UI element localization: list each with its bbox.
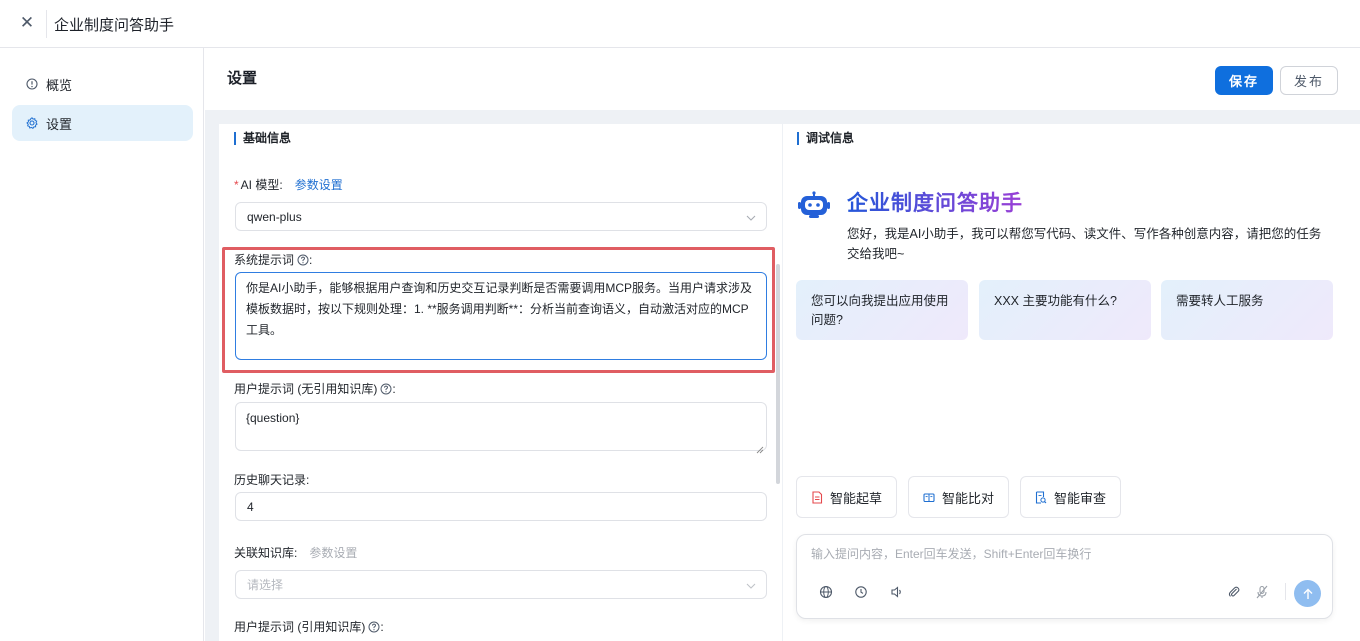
help-circle-icon[interactable]	[368, 621, 380, 633]
user-prompt-label: 用户提示词 (无引用知识库)	[234, 382, 378, 396]
smart-review-button[interactable]: 智能审查	[1020, 476, 1121, 518]
kb-select[interactable]: 请选择	[235, 570, 767, 599]
label-colon: :	[392, 381, 396, 396]
help-circle-icon[interactable]	[380, 383, 392, 395]
history-clock-icon[interactable]	[854, 585, 868, 599]
model-label-row: * AI 模型: 参数设置	[234, 176, 343, 193]
info-circle-icon	[26, 78, 38, 90]
label-colon: :	[380, 619, 384, 634]
model-params-link[interactable]: 参数设置	[295, 176, 343, 193]
suggested-question-card[interactable]: 您可以向我提出应用使用问题?	[796, 280, 968, 340]
system-prompt-label: 系统提示词	[234, 253, 295, 267]
chat-input[interactable]	[811, 547, 1311, 561]
chevron-down-icon	[746, 212, 756, 222]
app-title: 企业制度问答助手	[54, 17, 175, 34]
sidebar-item-settings[interactable]: 设置	[12, 105, 193, 141]
system-prompt-textarea[interactable]: 你是AI小助手，能够根据用户查询和历史交互记录判断是否需要调用MCP服务。当用户…	[235, 272, 767, 360]
sidebar-item-overview[interactable]: 概览	[12, 66, 193, 102]
smart-compare-button[interactable]: 智能比对	[908, 476, 1009, 518]
help-circle-icon[interactable]	[297, 254, 309, 266]
system-prompt-label-row: 系统提示词 :	[234, 251, 312, 268]
system-prompt-value: 你是AI小助手，能够根据用户查询和历史交互记录判断是否需要调用MCP服务。当用户…	[246, 281, 753, 337]
top-bar: ✕ 企业制度问答助手	[0, 0, 1360, 48]
topbar-divider	[46, 10, 47, 38]
robot-icon	[797, 191, 831, 219]
user-prompt-textarea[interactable]: {question}	[235, 402, 767, 454]
kb-params-link: 参数设置	[309, 546, 358, 560]
history-input[interactable]: 4	[235, 492, 767, 521]
sidebar: 概览 设置	[0, 48, 204, 641]
model-value: qwen-plus	[247, 209, 302, 224]
kb-label: 关联知识库:	[234, 546, 298, 560]
scrollbar[interactable]	[776, 264, 780, 484]
smart-compare-label: 智能比对	[941, 490, 994, 506]
attachment-icon[interactable]	[1227, 585, 1241, 599]
sidebar-item-label: 设置	[46, 116, 73, 132]
greeting-text: 您好，我是AI小助手，我可以帮您写代码、读文件、写作各种创意内容，请把您的任务交…	[847, 227, 1322, 261]
user-prompt-value: {question}	[246, 411, 300, 425]
required-mark: *	[234, 177, 239, 192]
kb-placeholder: 请选择	[247, 578, 284, 592]
basic-info-panel: 基础信息 * AI 模型: 参数设置 qwen-plus 系统提示词 : 你是A…	[219, 124, 782, 641]
arrow-up-icon	[1303, 588, 1312, 599]
document-icon	[811, 490, 823, 504]
speaker-icon[interactable]	[890, 585, 904, 599]
assistant-name-text: 企业制度问答助手	[846, 191, 1023, 215]
debug-panel: 调试信息 企业制度问答助手 您好，我是AI小助手，我可以帮您写代码、读文件、写作…	[783, 124, 1360, 641]
toolbar-divider	[1285, 583, 1286, 600]
page-title: 设置	[227, 70, 258, 87]
compare-book-icon	[923, 491, 935, 504]
label-colon: :	[309, 252, 313, 267]
resize-grip-icon[interactable]	[756, 440, 764, 454]
gear-icon	[26, 117, 38, 129]
chevron-down-icon	[746, 580, 756, 590]
chat-input-box	[796, 534, 1333, 619]
suggested-question-card[interactable]: XXX 主要功能有什么?	[979, 280, 1151, 340]
microphone-off-icon[interactable]	[1255, 585, 1269, 599]
history-label: 历史聊天记录:	[234, 473, 310, 487]
user-prompt-kb-label-row: 用户提示词 (引用知识库) :	[234, 618, 384, 635]
smart-draft-label: 智能起草	[829, 490, 882, 506]
globe-icon[interactable]	[819, 585, 833, 599]
kb-label-row: 关联知识库: 参数设置	[234, 544, 357, 561]
main-area: 设置 保存 发布 基础信息 * AI 模型: 参数设置 qwen-plus 系统…	[205, 48, 1360, 641]
page-header: 设置 保存 发布	[205, 48, 1360, 110]
publish-button[interactable]: 发布	[1280, 66, 1338, 95]
basic-info-title: 基础信息	[234, 132, 291, 145]
suggested-question-card[interactable]: 需要转人工服务	[1161, 280, 1333, 340]
sidebar-item-label: 概览	[46, 77, 73, 93]
smart-review-label: 智能审查	[1053, 490, 1106, 506]
history-value: 4	[247, 499, 254, 514]
user-prompt-kb-label: 用户提示词 (引用知识库)	[234, 620, 366, 634]
assistant-name: 企业制度问答助手	[846, 189, 1037, 223]
model-label: AI 模型:	[240, 178, 283, 192]
review-doc-icon	[1035, 490, 1047, 504]
save-button[interactable]: 保存	[1215, 66, 1273, 95]
smart-draft-button[interactable]: 智能起草	[796, 476, 897, 518]
send-button[interactable]	[1294, 580, 1321, 607]
user-prompt-label-row: 用户提示词 (无引用知识库) :	[234, 380, 396, 397]
close-icon[interactable]: ✕	[18, 13, 36, 33]
debug-title: 调试信息	[797, 132, 854, 145]
model-select[interactable]: qwen-plus	[235, 202, 767, 231]
